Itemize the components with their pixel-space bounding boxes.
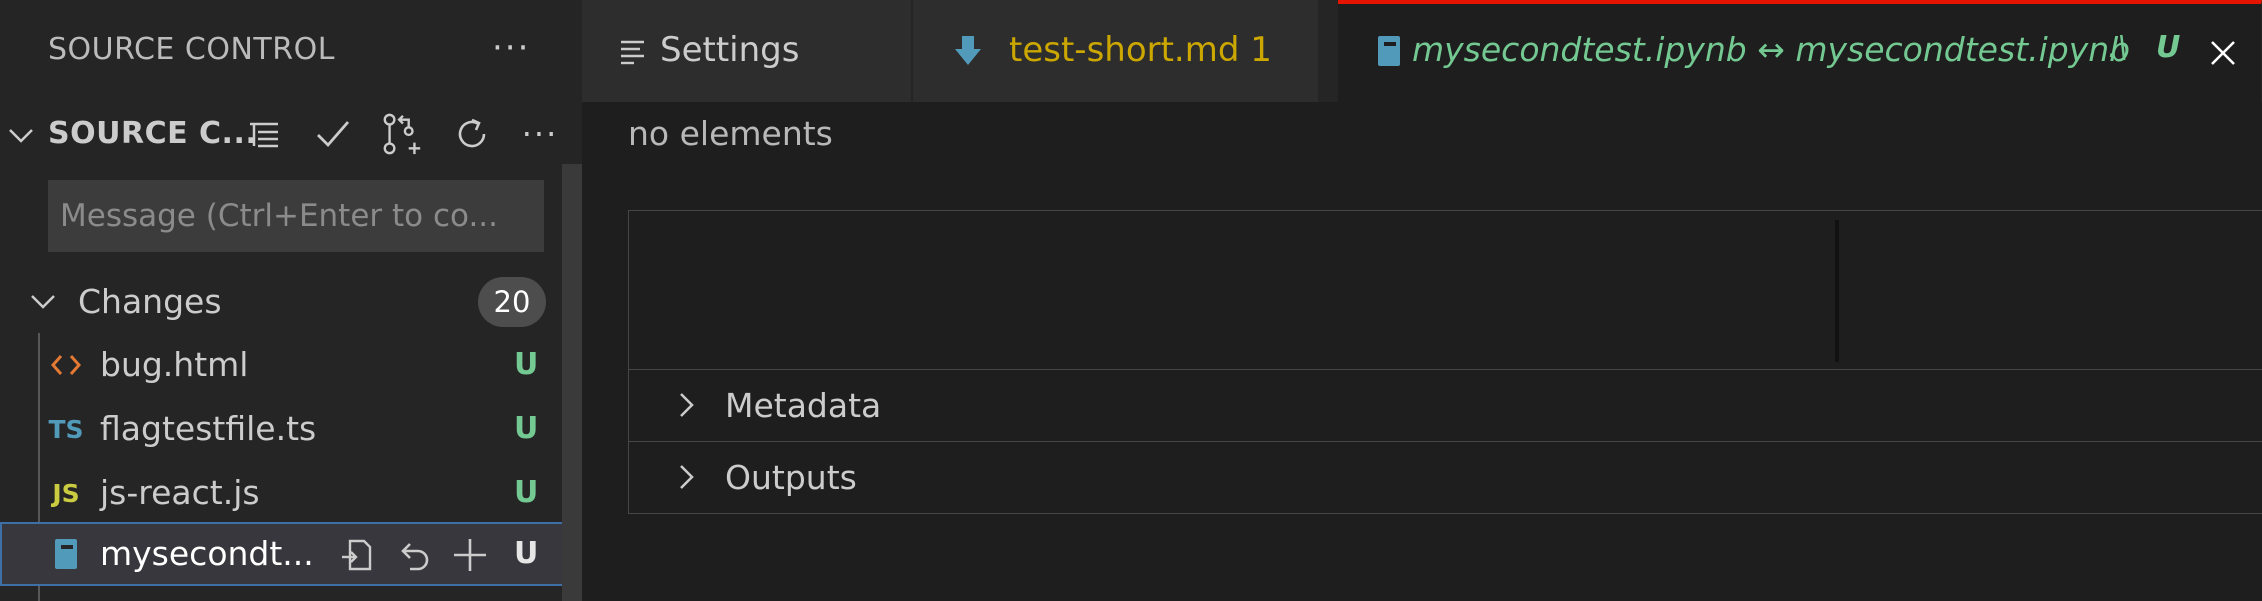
changes-count-badge: 20 <box>478 277 546 327</box>
section-label: Outputs <box>725 458 857 497</box>
file-item-mysecondtest-ipynb[interactable]: mysecondt... U <box>0 522 582 586</box>
file-name: js-react.js <box>100 473 260 512</box>
refresh-icon[interactable] <box>450 112 494 156</box>
repository-header[interactable]: SOURCE C... ··· <box>0 102 582 166</box>
outputs-section[interactable]: Outputs <box>628 442 2262 514</box>
sidebar-header: SOURCE CONTROL ··· <box>0 0 582 102</box>
untracked-status-badge: U <box>514 536 539 571</box>
arrow-down-icon <box>949 32 987 70</box>
tab-mysecondtest-diff[interactable]: mysecondtest.ipynb ↔ mysecondtest.ipynb … <box>1338 0 2262 102</box>
section-label: Metadata <box>725 386 882 425</box>
more-actions-icon[interactable]: ··· <box>492 28 530 68</box>
chevron-right-icon[interactable] <box>671 462 701 496</box>
notebook-icon <box>48 536 84 572</box>
tab-label: Settings <box>660 30 800 70</box>
notebook-icon <box>1370 32 1408 70</box>
metadata-section[interactable]: Metadata <box>628 370 2262 442</box>
html-file-icon <box>48 347 84 383</box>
empty-state-text: no elements <box>628 114 833 153</box>
tab-test-short-md[interactable]: test-short.md 1 <box>913 0 1319 102</box>
diff-split-divider[interactable] <box>1835 220 1839 362</box>
changes-group-header[interactable]: Changes 20 <box>0 270 582 332</box>
stage-changes-plus-icon[interactable] <box>448 534 492 576</box>
commit-message-input[interactable] <box>48 180 544 252</box>
tab-path-hint: .\ <box>2108 30 2128 65</box>
file-name: mysecondt... <box>100 534 314 573</box>
file-name: flagtestfile.ts <box>100 409 317 448</box>
commit-checkmark-icon[interactable] <box>311 112 355 156</box>
typescript-file-icon: TS <box>48 414 84 444</box>
chevron-right-icon[interactable] <box>671 390 701 424</box>
untracked-status-badge: U <box>514 411 539 446</box>
tab-label: test-short.md 1 <box>1009 30 1272 70</box>
open-file-icon[interactable] <box>334 534 378 576</box>
settings-lines-icon <box>614 32 652 70</box>
view-as-tree-icon[interactable] <box>242 112 286 156</box>
file-item-bug-html[interactable]: bug.html U <box>0 333 582 397</box>
discard-changes-icon[interactable] <box>392 534 436 576</box>
repository-name: SOURCE C... <box>48 116 258 151</box>
diff-cell[interactable] <box>628 210 2262 370</box>
file-item-js-react-js[interactable]: JS js-react.js U <box>0 461 582 525</box>
tab-settings[interactable]: Settings <box>582 0 912 102</box>
sidebar-scrollbar[interactable] <box>562 164 582 601</box>
untracked-status-badge: U <box>514 347 539 382</box>
tab-label: mysecondtest.ipynb ↔ mysecondtest.ipynb <box>1412 30 2131 69</box>
chevron-down-icon[interactable] <box>28 286 58 320</box>
sidebar-title: SOURCE CONTROL <box>48 32 335 67</box>
javascript-file-icon: JS <box>52 478 80 508</box>
file-name: bug.html <box>100 345 249 384</box>
file-item-flagtestfile-ts[interactable]: TS flagtestfile.ts U <box>0 397 582 461</box>
notebook-diff-editor: no elements Metadata Outputs <box>582 102 2262 601</box>
create-pull-request-icon[interactable] <box>380 112 424 156</box>
repo-more-actions-icon[interactable]: ··· <box>518 112 562 156</box>
chevron-down-icon[interactable] <box>6 120 36 154</box>
tab-status: U <box>2156 30 2181 65</box>
editor-tab-bar: Settings test-short.md 1 mysecondtest.ip… <box>582 0 2262 102</box>
untracked-status-badge: U <box>514 475 539 510</box>
close-icon[interactable] <box>2204 34 2242 72</box>
changes-label: Changes <box>78 282 222 321</box>
source-control-sidebar: SOURCE CONTROL ··· SOURCE C... ··· Messa… <box>0 0 582 601</box>
